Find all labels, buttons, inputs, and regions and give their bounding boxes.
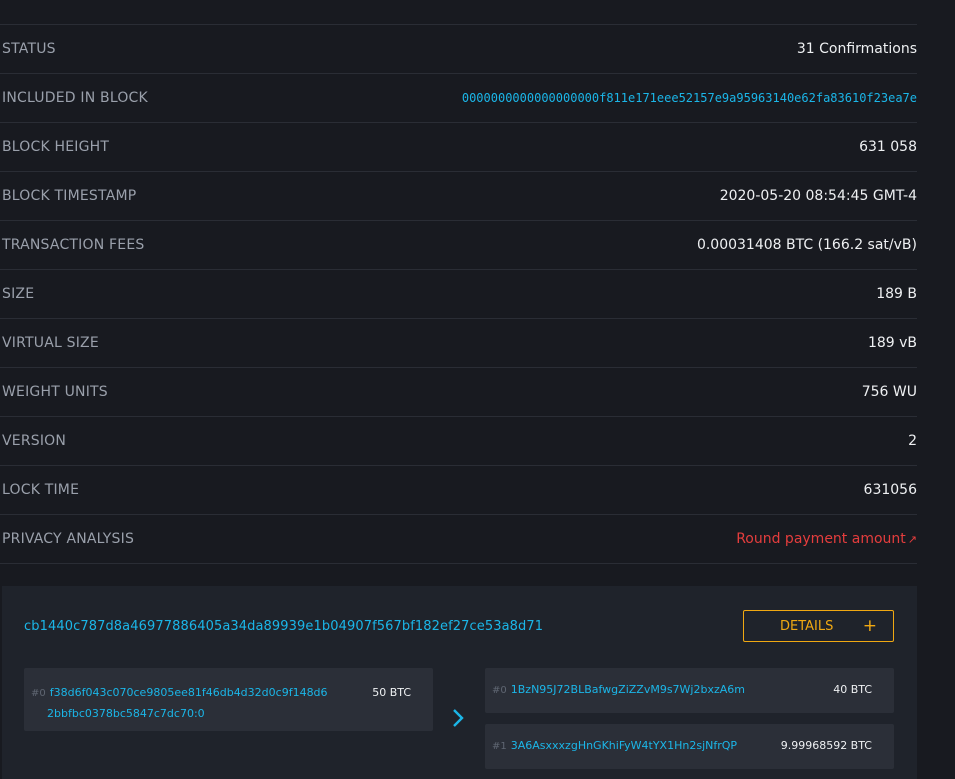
- output-item: #1 3A6AsxxxzgHnGKhiFyW4tYX1Hn2sjNfrQP 9.9…: [485, 724, 894, 769]
- output-address-link[interactable]: #0 1BzN95J72BLBafwgZiZZvM9s7Wj2bxzA6m: [492, 680, 745, 701]
- lock-time-label: LOCK TIME: [2, 482, 80, 498]
- status-label: STATUS: [2, 41, 56, 57]
- output-amount: 9.99968592 BTC: [780, 739, 872, 752]
- input-address-line2: 2bbfbc0378bc5847c7dc70:0: [47, 707, 205, 720]
- external-link-icon: ↗: [907, 533, 917, 546]
- size-label: SIZE: [2, 286, 35, 302]
- details-button-label: DETAILS: [780, 618, 834, 634]
- version-label: VERSION: [2, 433, 67, 449]
- detail-row-virtual-size: VIRTUAL SIZE 189 vB: [0, 319, 917, 368]
- version-value: 2: [908, 433, 917, 449]
- block-hash-link[interactable]: 0000000000000000000f811e171eee52157e9a95…: [457, 89, 917, 108]
- output-item: #0 1BzN95J72BLBafwgZiZZvM9s7Wj2bxzA6m 40 …: [485, 668, 894, 713]
- detail-row-privacy-analysis: PRIVACY ANALYSIS Round payment amount ↗: [0, 515, 917, 564]
- output-amount: 40 BTC: [833, 683, 872, 696]
- transaction-fees-value: 0.00031408 BTC (166.2 sat/vB): [696, 237, 917, 253]
- detail-row-transaction-fees: TRANSACTION FEES 0.00031408 BTC (166.2 s…: [0, 221, 917, 270]
- output-index: #1: [492, 741, 507, 752]
- virtual-size-value: 189 vB: [867, 335, 917, 351]
- details-button[interactable]: DETAILS +: [743, 610, 894, 642]
- virtual-size-label: VIRTUAL SIZE: [2, 335, 99, 351]
- detail-row-block-timestamp: BLOCK TIMESTAMP 2020-05-20 08:54:45 GMT-…: [0, 172, 917, 221]
- plus-icon: +: [862, 616, 877, 636]
- privacy-analysis-label: PRIVACY ANALYSIS: [2, 531, 135, 547]
- input-address-link[interactable]: #0 f38d6f043c070ce9805ee81f46db4d32d0c9f1…: [31, 683, 331, 724]
- privacy-analysis-link[interactable]: Round payment amount ↗: [736, 531, 917, 547]
- output-address-link[interactable]: #1 3A6AsxxxzgHnGKhiFyW4tYX1Hn2sjNfrQP: [492, 736, 737, 757]
- output-address: 3A6AsxxxzgHnGKhiFyW4tYX1Hn2sjNfrQP: [510, 739, 738, 752]
- weight-units-value: 756 WU: [861, 384, 917, 400]
- detail-row-lock-time: LOCK TIME 631056: [0, 466, 917, 515]
- transaction-card: cb1440c787d8a46977886405a34da89939e1b049…: [2, 586, 917, 779]
- block-height-label: BLOCK HEIGHT: [2, 139, 110, 155]
- detail-row-status: STATUS 31 Confirmations: [0, 25, 917, 74]
- detail-row-block-height: BLOCK HEIGHT 631 058: [0, 123, 917, 172]
- transaction-fees-label: TRANSACTION FEES: [2, 237, 145, 253]
- output-index: #0: [492, 685, 507, 696]
- input-address-line1: f38d6f043c070ce9805ee81f46db4d32d0c9f148…: [49, 686, 328, 699]
- detail-row-version: VERSION 2: [0, 417, 917, 466]
- detail-row-size: SIZE 189 B: [0, 270, 917, 319]
- input-amount: 50 BTC: [372, 686, 411, 699]
- output-address: 1BzN95J72BLBafwgZiZZvM9s7Wj2bxzA6m: [510, 683, 745, 696]
- lock-time-value: 631056: [863, 482, 917, 498]
- block-height-value: 631 058: [859, 139, 917, 155]
- block-timestamp-label: BLOCK TIMESTAMP: [2, 188, 137, 204]
- weight-units-label: WEIGHT UNITS: [2, 384, 108, 400]
- detail-row-weight-units: WEIGHT UNITS 756 WU: [0, 368, 917, 417]
- transaction-details-table: STATUS 31 Confirmations INCLUDED IN BLOC…: [0, 24, 917, 564]
- block-timestamp-value: 2020-05-20 08:54:45 GMT-4: [719, 188, 917, 204]
- status-value: 31 Confirmations: [796, 41, 917, 57]
- chevron-right-icon: [453, 709, 464, 727]
- input-item: #0 f38d6f043c070ce9805ee81f46db4d32d0c9f1…: [24, 668, 433, 731]
- included-in-block-label: INCLUDED IN BLOCK: [2, 90, 148, 106]
- privacy-analysis-value: Round payment amount: [736, 531, 906, 547]
- txid-link[interactable]: cb1440c787d8a46977886405a34da89939e1b049…: [24, 619, 543, 634]
- input-index: #0: [31, 688, 46, 699]
- detail-row-included-in-block: INCLUDED IN BLOCK 0000000000000000000f81…: [0, 74, 917, 123]
- size-value: 189 B: [876, 286, 917, 302]
